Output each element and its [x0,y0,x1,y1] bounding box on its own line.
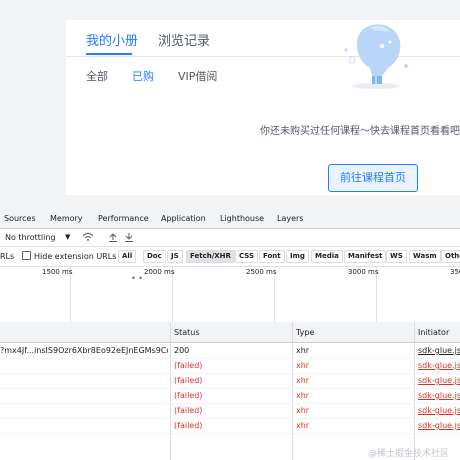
chip-manifest[interactable]: Manifest [344,250,387,263]
request-type: xhr [296,346,310,355]
request-status: (failed) [174,421,203,430]
course-card: 我的小册 浏览记录 全部 已购 VIP借阅 你还未购买过任何课程～快去课程首页看… [66,20,460,195]
request-initiator-link[interactable]: sdk-glue.js: [418,421,460,430]
hide-extension-label: Hide extension URLs [34,252,117,261]
page-area: 我的小册 浏览记录 全部 已购 VIP借阅 你还未购买过任何课程～快去课程首页看… [0,0,460,208]
request-status: (failed) [174,361,203,370]
request-initiator-link[interactable]: sdk-glue.js: [418,406,460,415]
table-row[interactable]: (failed) xhr sdk-glue.js: [0,373,460,389]
chip-font[interactable]: Font [259,250,285,263]
request-type: xhr [296,406,310,415]
export-har-icon[interactable] [124,232,134,242]
chip-css[interactable]: CSS [235,250,259,263]
timeline-tick: 1500 ms [42,268,73,276]
tab-application[interactable]: Application [161,214,206,223]
subtab-bought[interactable]: 已购 [132,68,154,84]
tab-memory[interactable]: Memory [50,214,83,223]
timeline-tick: 2500 ms [246,268,277,276]
request-type: xhr [296,361,310,370]
empty-message: 你还未购买过任何课程～快去课程首页看看吧 [260,126,460,137]
chip-doc[interactable]: Doc [143,250,166,263]
network-conditions-icon[interactable] [82,232,94,242]
chip-ws[interactable]: WS [386,250,407,263]
chip-js[interactable]: JS [167,250,183,263]
tab-layers[interactable]: Layers [277,214,303,223]
timeline-tick: 350 [450,268,460,276]
column-header-initiator[interactable]: Initiator [418,328,449,337]
request-type: xhr [296,376,310,385]
import-har-icon[interactable] [108,232,118,242]
request-type: xhr [296,391,310,400]
hide-extension-checkbox[interactable] [22,251,31,260]
devtools-panel: Sources Memory Performance Application L… [0,208,460,460]
subtab-vip[interactable]: VIP借阅 [178,68,217,84]
chip-fetch-xhr[interactable]: Fetch/XHR [186,250,235,263]
empty-illustration [344,24,408,89]
caret-down-icon[interactable]: ▼ [65,233,70,241]
watermark: @稀土掘金技术社区 [368,449,450,459]
tab-browse-history[interactable]: 浏览记录 [158,30,210,49]
chip-other[interactable]: Other [441,250,460,263]
tab-lighthouse[interactable]: Lighthouse [220,214,264,223]
filter-bar: RLs Hide extension URLs All Doc JS Fetch… [0,246,460,267]
request-name: ?mx4Jf...insIS9Ozr6Xbr8Eo92eEJnEGMs9Co6.… [0,346,168,355]
network-timeline-overview[interactable]: 1500 ms 2000 ms 2500 ms 3000 ms 350 • • [0,266,460,323]
request-status: (failed) [174,376,203,385]
active-tab-indicator [86,53,132,55]
tab-performance[interactable]: Performance [98,214,149,223]
filter-text: RLs [0,252,15,261]
chip-all[interactable]: All [118,250,137,263]
request-initiator-link[interactable]: sdk-glue.js: [418,376,460,385]
column-header-status[interactable]: Status [174,328,200,337]
devtools-tabbar: Sources Memory Performance Application L… [0,208,460,229]
request-initiator-link[interactable]: sdk-glue.js: [418,346,460,355]
timeline-request-marks: • • [131,274,143,283]
table-row[interactable]: (failed) xhr sdk-glue.js: [0,403,460,419]
tab-sources[interactable]: Sources [4,214,36,223]
network-toolbar: No throttling ▼ [0,228,460,247]
request-initiator-link[interactable]: sdk-glue.js: [418,361,460,370]
chip-img[interactable]: Img [286,250,309,263]
go-course-home-button[interactable]: 前往课程首页 [328,164,418,192]
request-type: xhr [296,421,310,430]
request-status: (failed) [174,406,203,415]
timeline-tick: 3000 ms [348,268,379,276]
chip-wasm[interactable]: Wasm [409,250,441,263]
request-status: 200 [174,346,190,355]
request-status: (failed) [174,391,203,400]
table-row[interactable]: ?mx4Jf...insIS9Ozr6Xbr8Eo92eEJnEGMs9Co6.… [0,343,460,359]
table-row[interactable]: (failed) xhr sdk-glue.js: [0,358,460,374]
chip-media[interactable]: Media [311,250,343,263]
subtab-all[interactable]: 全部 [86,68,108,84]
table-row[interactable]: (failed) xhr sdk-glue.js: [0,418,460,434]
request-initiator-link[interactable]: sdk-glue.js: [418,391,460,400]
tab-my-courses[interactable]: 我的小册 [86,30,138,49]
timeline-tick: 2000 ms [144,268,175,276]
column-header-type[interactable]: Type [296,328,314,337]
throttling-select[interactable]: No throttling [5,233,56,242]
table-row[interactable]: (failed) xhr sdk-glue.js: [0,388,460,404]
requests-table-header: Status Type Initiator [0,322,460,343]
